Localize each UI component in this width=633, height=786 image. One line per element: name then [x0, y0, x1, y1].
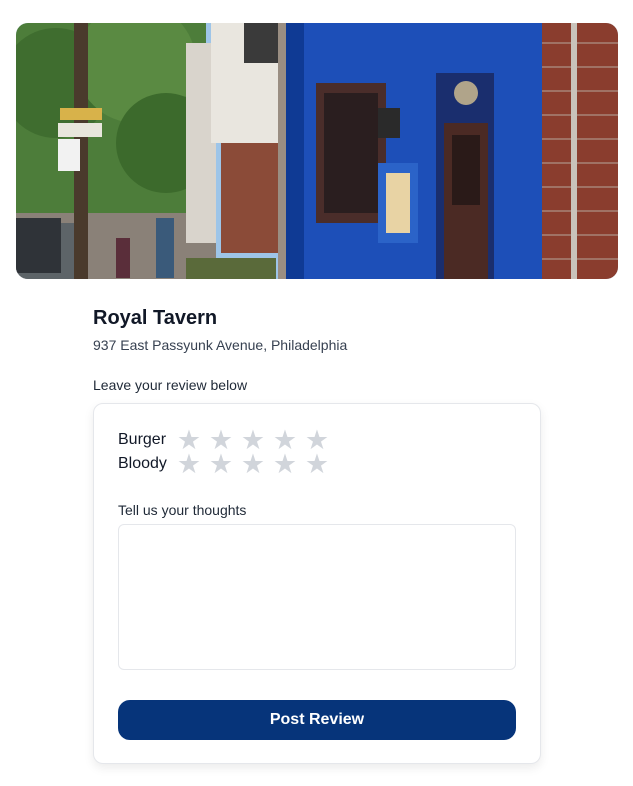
restaurant-info: Royal Tavern 937 East Passyunk Avenue, P… [93, 306, 541, 354]
restaurant-name: Royal Tavern [93, 307, 218, 329]
rating-label: Burger [118, 431, 167, 448]
review-card: Burger ★ ★ ★ ★ ★ Bloody ★ ★ ★ ★ ★ Tell u… [93, 403, 541, 764]
post-review-button[interactable]: Post Review [118, 700, 516, 740]
rating-row-bloody: Bloody ★ ★ ★ ★ ★ [118, 451, 330, 478]
star-icon[interactable]: ★ [240, 451, 266, 478]
star-rating: ★ ★ ★ ★ ★ [176, 451, 330, 478]
star-icon[interactable]: ★ [304, 451, 330, 478]
restaurant-address: 937 East Passyunk Avenue, Philadelphia [93, 337, 348, 353]
restaurant-photo [16, 23, 618, 279]
thoughts-textarea[interactable] [118, 524, 516, 670]
star-icon[interactable]: ★ [176, 451, 202, 478]
rating-label: Bloody [118, 455, 167, 472]
review-prompt: Leave your review below [93, 377, 248, 393]
thoughts-label: Tell us your thoughts [118, 502, 247, 518]
star-icon[interactable]: ★ [272, 451, 298, 478]
star-icon[interactable]: ★ [208, 451, 234, 478]
